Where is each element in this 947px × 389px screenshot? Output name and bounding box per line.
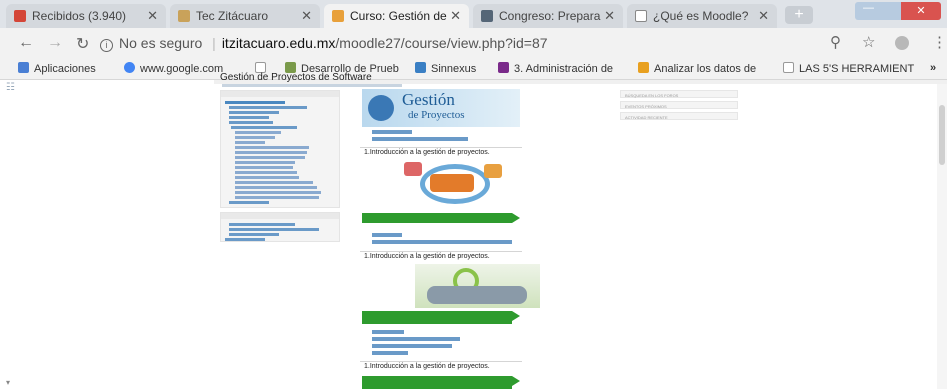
page-icon	[635, 10, 647, 22]
browser-tab[interactable]: Tec Zitácuaro ✕	[170, 4, 320, 28]
section-title: 1.Introducción a la gestión de proyectos…	[364, 253, 490, 260]
bookmark-star-icon[interactable]: ☆	[862, 33, 875, 51]
security-label: No es seguro	[119, 35, 203, 51]
browser-tab-active[interactable]: Curso: Gestión de ✕	[324, 4, 469, 28]
section-banner	[362, 213, 520, 223]
section-banner	[362, 311, 520, 324]
course-logo-banner: Gestión de Proyectos	[362, 89, 520, 127]
info-icon[interactable]: i	[100, 39, 113, 52]
section-banner	[362, 376, 520, 389]
google-icon	[124, 62, 135, 73]
close-tab-icon[interactable]: ✕	[301, 8, 312, 24]
resource-link[interactable]	[372, 233, 402, 237]
url-path: /moodle27/course/view.php?id=87	[335, 35, 548, 51]
bookmark-apps[interactable]: Aplicaciones	[18, 62, 96, 75]
back-arrow-icon[interactable]: ←	[18, 34, 34, 52]
more-bookmarks-icon[interactable]: »	[930, 62, 936, 74]
concepts-cycle-graphic	[400, 160, 510, 205]
people-graphic-icon	[368, 95, 394, 121]
navigation-tree[interactable]	[221, 97, 339, 208]
section-title: 1.Introducción a la gestión de proyectos…	[364, 149, 490, 156]
resource-link[interactable]	[372, 344, 452, 348]
tab-title: Congreso: Prepara	[499, 9, 601, 23]
news-forum-link[interactable]	[372, 130, 412, 134]
window-controls[interactable]: — ✕	[855, 2, 941, 20]
tab-title: Tec Zitácuaro	[196, 9, 269, 23]
scroll-thumb[interactable]	[939, 105, 945, 165]
bookmark-sinnexus[interactable]: Sinnexus	[415, 62, 476, 75]
address-bar[interactable]: i No es seguro | itzitacuaro.edu.mx/moodle…	[100, 31, 870, 55]
close-tab-icon[interactable]: ✕	[147, 8, 158, 24]
section-divider	[360, 251, 522, 252]
bookmark-analizar[interactable]: Analizar los datos de	[638, 62, 756, 75]
reload-icon[interactable]: ↻	[76, 34, 89, 54]
forward-arrow-icon[interactable]: →	[47, 34, 63, 52]
breadcrumb[interactable]	[222, 84, 402, 87]
site-favicon-icon	[178, 10, 190, 22]
page-icon	[783, 62, 794, 73]
resource-link[interactable]	[372, 330, 404, 334]
navigation-block	[220, 90, 340, 208]
browser-tab[interactable]: Recibidos (3.940) ✕	[6, 4, 166, 28]
navigation-bar: ← → ↻ i No es seguro | itzitacuaro.edu.mx/…	[0, 28, 947, 58]
moodle-icon	[332, 10, 344, 22]
course-link[interactable]	[372, 137, 468, 141]
bookmark-icon	[638, 62, 649, 73]
close-tab-icon[interactable]: ✕	[450, 8, 461, 24]
page-title: Gestión de Proyectos de Software	[220, 72, 372, 83]
bookmarks-bar: Aplicaciones www.google.com Desarrollo d…	[0, 58, 947, 80]
logo-subtitle: de Proyectos	[408, 109, 465, 121]
section-divider	[360, 361, 522, 362]
close-tab-icon[interactable]: ✕	[758, 8, 769, 24]
resource-link[interactable]	[372, 240, 512, 244]
resource-link[interactable]	[372, 337, 460, 341]
upcoming-events-block[interactable]: EVENTOS PRÓXIMOS	[620, 101, 738, 109]
new-tab-button[interactable]: +	[785, 6, 813, 24]
apps-grid-icon	[18, 62, 29, 73]
bookmark-google[interactable]: www.google.com	[124, 62, 223, 75]
tab-title: Recibidos (3.940)	[32, 9, 127, 23]
tab-title: ¿Qué es Moodle?	[653, 9, 749, 23]
tab-strip: Recibidos (3.940) ✕ Tec Zitácuaro ✕ Curs…	[0, 0, 947, 28]
administration-tree[interactable]	[221, 219, 339, 245]
browser-tab[interactable]: Congreso: Prepara ✕	[473, 4, 623, 28]
administration-block	[220, 212, 340, 242]
resource-link[interactable]	[372, 351, 408, 355]
tab-title: Curso: Gestión de	[350, 9, 447, 23]
page-scrollbar[interactable]	[937, 80, 947, 389]
section-title: 1.Introducción a la gestión de proyectos…	[364, 363, 490, 370]
team-photo-image	[415, 264, 540, 308]
bookmark-las5s[interactable]: LAS 5'S HERRAMIENT	[783, 62, 914, 75]
site-favicon-icon	[481, 10, 493, 22]
bookmark-icon	[498, 62, 509, 73]
url-host: itzitacuaro.edu.mx	[221, 35, 336, 51]
browser-tab[interactable]: ¿Qué es Moodle? ✕	[627, 4, 777, 28]
close-window-icon[interactable]: ✕	[901, 2, 941, 20]
dock-icon[interactable]: ☷	[6, 82, 15, 93]
scroll-down-icon[interactable]: ▾	[6, 378, 10, 387]
zoom-icon[interactable]: ⚲	[830, 33, 841, 51]
logo-title: Gestión	[402, 90, 455, 109]
forum-search-block[interactable]: BÚSQUEDA EN LOS FOROS	[620, 90, 738, 98]
menu-dots-icon[interactable]: ⋮	[932, 33, 947, 51]
bookmark-administracion[interactable]: 3. Administración de	[498, 62, 613, 75]
extension-icon[interactable]	[895, 36, 909, 50]
gmail-icon	[14, 10, 26, 22]
minimize-icon[interactable]: —	[863, 2, 874, 14]
section-divider	[360, 147, 522, 148]
close-tab-icon[interactable]: ✕	[604, 8, 615, 24]
recent-activity-block[interactable]: ACTIVIDAD RECIENTE	[620, 112, 738, 120]
bookmark-icon	[415, 62, 426, 73]
